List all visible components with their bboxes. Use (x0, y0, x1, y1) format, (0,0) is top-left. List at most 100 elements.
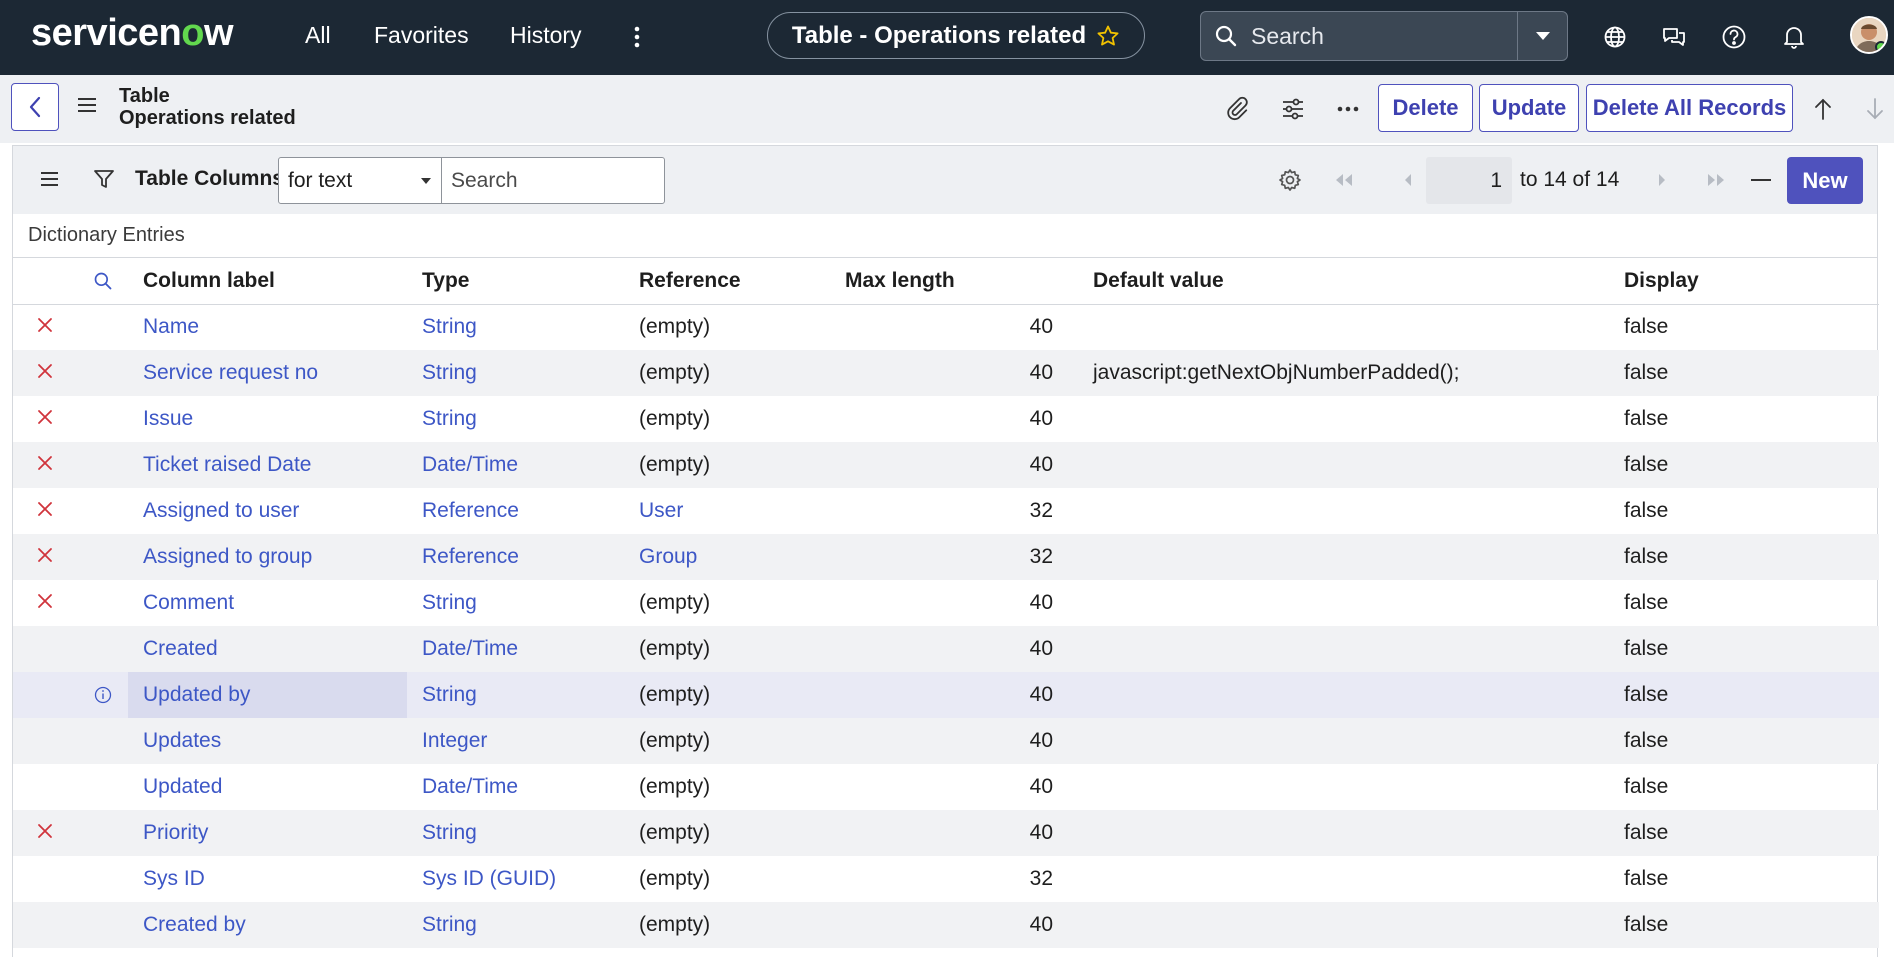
reference-value: (empty) (639, 453, 711, 476)
chat-icon[interactable] (1658, 21, 1690, 53)
delete-row-icon[interactable] (37, 547, 53, 563)
delete-row-icon[interactable] (37, 593, 53, 609)
column-label-link[interactable]: Priority (143, 821, 208, 844)
filter-icon[interactable] (93, 168, 115, 190)
arrow-down-icon[interactable] (1860, 95, 1890, 123)
column-label-link[interactable]: Created (143, 637, 218, 660)
column-label-link[interactable]: Service request no (143, 361, 318, 384)
info-icon[interactable] (77, 686, 128, 704)
table-row[interactable]: Comment String (empty) 40 false (13, 580, 1879, 626)
star-icon[interactable] (1096, 24, 1120, 48)
search-icon[interactable] (77, 271, 128, 291)
delete-row-icon[interactable] (37, 455, 53, 471)
column-label-link[interactable]: Name (143, 315, 199, 338)
arrow-up-icon[interactable] (1808, 95, 1838, 123)
list-search-input[interactable] (441, 157, 665, 204)
table-row[interactable]: Updated by String (empty) 40 false (13, 672, 1879, 718)
table-row[interactable]: Assigned to user Reference User 32 false (13, 488, 1879, 534)
reference-value[interactable]: User (639, 499, 683, 522)
reference-value: (empty) (639, 729, 711, 752)
type-link[interactable]: String (422, 683, 477, 706)
delete-row-icon[interactable] (37, 501, 53, 517)
next-page-icon[interactable] (1649, 168, 1675, 192)
column-label-link[interactable]: Comment (143, 591, 234, 614)
table-row[interactable]: Issue String (empty) 40 false (13, 396, 1879, 442)
page-number-input[interactable]: 1 (1426, 157, 1512, 204)
type-link[interactable]: String (422, 591, 477, 614)
context-title-pill[interactable]: Table - Operations related (767, 12, 1145, 59)
update-button[interactable]: Update (1479, 84, 1579, 132)
attachment-icon[interactable] (1222, 95, 1252, 123)
settings-sliders-icon[interactable] (1278, 95, 1308, 123)
type-link[interactable]: Integer (422, 729, 487, 752)
list-menu-icon[interactable] (41, 171, 59, 187)
table-row[interactable]: Created by String (empty) 40 false (13, 902, 1879, 948)
back-button[interactable] (11, 83, 59, 131)
header-reference[interactable]: Reference (624, 259, 845, 304)
header-type[interactable]: Type (407, 259, 624, 304)
table-row[interactable]: Updates Integer (empty) 40 false (13, 718, 1879, 764)
table-row[interactable]: Name String (empty) 40 false (13, 304, 1879, 350)
delete-row-icon[interactable] (37, 823, 53, 839)
nav-favorites[interactable]: Favorites (374, 22, 469, 49)
help-icon[interactable] (1718, 21, 1750, 53)
type-link[interactable]: String (422, 821, 477, 844)
nav-history[interactable]: History (510, 22, 582, 49)
form-menu-icon[interactable] (78, 97, 98, 113)
global-search-input[interactable] (1251, 22, 1511, 50)
last-page-icon[interactable] (1703, 168, 1729, 192)
type-link[interactable]: String (422, 315, 477, 338)
breadcrumb[interactable]: Dictionary Entries (13, 214, 1877, 258)
reference-value[interactable]: Group (639, 545, 697, 568)
table-row[interactable]: Service request no String (empty) 40 javascr… (13, 350, 1879, 396)
column-label-link[interactable]: Updated (143, 775, 222, 798)
table-row[interactable]: Sys ID Sys ID (GUID) (empty) 32 false (13, 856, 1879, 902)
type-link[interactable]: Reference (422, 499, 519, 522)
notification-bell-icon[interactable] (1778, 21, 1810, 53)
type-link[interactable]: Date/Time (422, 453, 518, 476)
type-link[interactable]: Sys ID (GUID) (422, 867, 556, 890)
search-scope-dropdown[interactable] (1517, 12, 1567, 60)
gear-icon[interactable] (1276, 168, 1304, 192)
new-button[interactable]: New (1787, 157, 1863, 204)
more-actions-icon[interactable] (1333, 95, 1363, 123)
column-label-link[interactable]: Created by (143, 913, 246, 936)
column-label-link[interactable]: Ticket raised Date (143, 453, 311, 476)
type-link[interactable]: Reference (422, 545, 519, 568)
type-link[interactable]: Date/Time (422, 775, 518, 798)
header-column-label[interactable]: Column label (128, 259, 407, 304)
type-link[interactable]: String (422, 913, 477, 936)
more-menu-icon[interactable] (628, 24, 646, 50)
column-label-link[interactable]: Sys ID (143, 867, 205, 890)
delete-row-icon[interactable] (37, 363, 53, 379)
servicenow-logo[interactable]: servicenow (31, 12, 234, 55)
search-field-select[interactable]: for text (278, 157, 442, 204)
table-row[interactable]: Created Date/Time (empty) 40 false (13, 626, 1879, 672)
column-label-link[interactable]: Updates (143, 729, 221, 752)
table-row[interactable]: Priority String (empty) 40 false (13, 810, 1879, 856)
nav-all[interactable]: All (305, 22, 331, 49)
type-link[interactable]: String (422, 361, 477, 384)
type-link[interactable]: Date/Time (422, 637, 518, 660)
type-link[interactable]: String (422, 407, 477, 430)
header-default-value[interactable]: Default value (1073, 259, 1623, 304)
column-label-link[interactable]: Updated by (143, 683, 250, 706)
previous-page-icon[interactable] (1395, 168, 1421, 192)
column-label-link[interactable]: Assigned to user (143, 499, 299, 522)
header-display[interactable]: Display (1623, 259, 1879, 304)
first-page-icon[interactable] (1331, 168, 1357, 192)
delete-all-records-button[interactable]: Delete All Records (1586, 84, 1793, 132)
collapse-list-icon[interactable] (1748, 168, 1776, 192)
table-row[interactable]: Assigned to group Reference Group 32 false (13, 534, 1879, 580)
delete-row-icon[interactable] (37, 409, 53, 425)
column-label-link[interactable]: Issue (143, 407, 193, 430)
delete-row-icon[interactable] (37, 317, 53, 333)
delete-button[interactable]: Delete (1378, 84, 1473, 132)
user-avatar[interactable] (1850, 16, 1888, 54)
table-row[interactable]: Updated Date/Time (empty) 40 false (13, 764, 1879, 810)
header-max-length[interactable]: Max length (845, 259, 1073, 304)
column-label-link[interactable]: Assigned to group (143, 545, 312, 568)
globe-icon[interactable] (1599, 21, 1631, 53)
header-search[interactable] (77, 259, 128, 304)
table-row[interactable]: Ticket raised Date Date/Time (empty) 40 fals… (13, 442, 1879, 488)
